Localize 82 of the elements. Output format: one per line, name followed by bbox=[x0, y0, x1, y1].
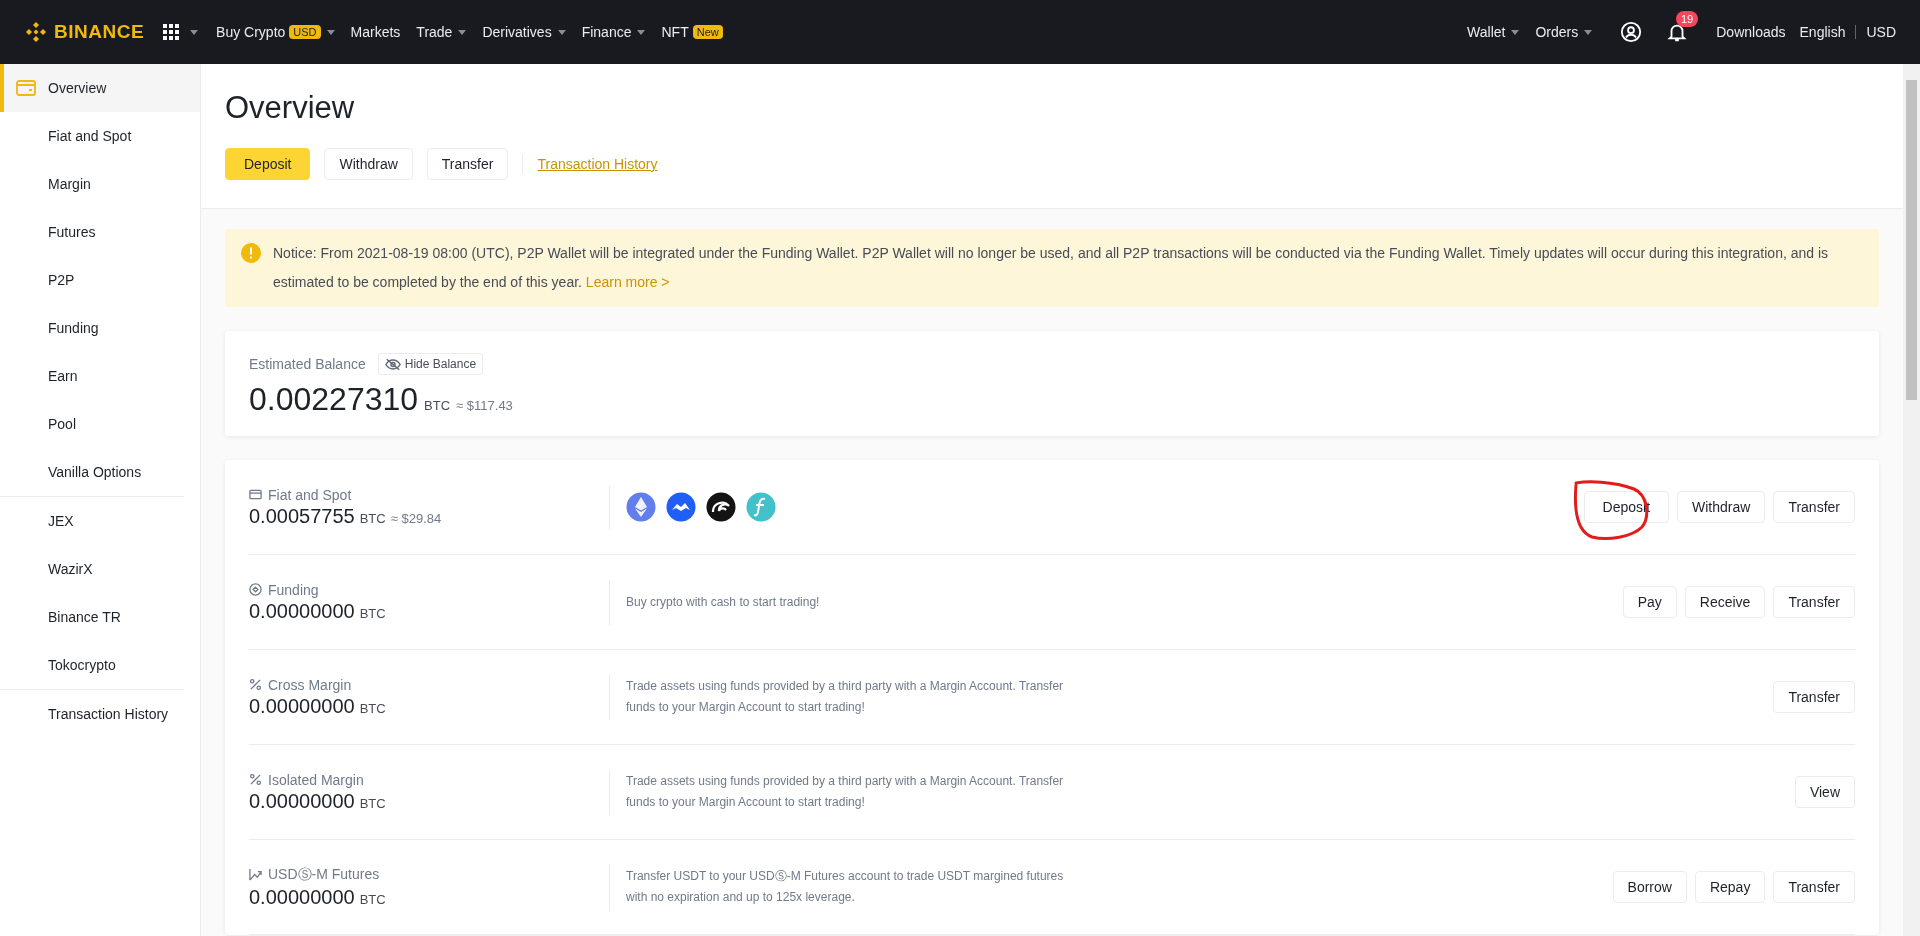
trend-arrow-icon bbox=[249, 868, 262, 881]
sidebar-item[interactable]: P2P bbox=[0, 256, 184, 304]
wallet-action-button[interactable]: Pay bbox=[1622, 586, 1677, 618]
wallet-name: Funding bbox=[268, 581, 319, 598]
wallet-name: Isolated Margin bbox=[268, 771, 364, 788]
sidebar-item[interactable]: Transaction History bbox=[0, 690, 184, 738]
sidebar-item[interactable]: Vanilla Options bbox=[0, 448, 184, 496]
wallet-name: Cross Margin bbox=[268, 676, 352, 693]
sidebar-item[interactable]: Futures bbox=[0, 208, 184, 256]
wallet-amount: 0.00000000 bbox=[249, 599, 355, 623]
wallet-action-button[interactable]: Transfer bbox=[1773, 681, 1855, 713]
wallet-unit: BTC bbox=[359, 605, 386, 621]
nav-menu-item[interactable]: Buy Crypto USD bbox=[216, 24, 335, 40]
sidebar-item[interactable]: Binance TR bbox=[0, 593, 184, 641]
notice-text: Notice: From 2021-08-19 08:00 (UTC), P2P Wallet will be integrated under the Funding Wallet. P2P Wallet will no longer be used, and all P2P transactions will be conducted via the Funding Wallet. Timely updates will occur during this integration, and is estimated to be completed by the end of this year. Learn more > bbox=[273, 244, 1830, 292]
warning-icon bbox=[241, 243, 261, 263]
card-icon bbox=[249, 488, 262, 501]
language-selector[interactable]: English bbox=[1799, 24, 1846, 40]
diamond-logo-icon bbox=[24, 20, 48, 44]
user-profile-icon[interactable] bbox=[1620, 21, 1643, 43]
wallet-description: Buy crypto with cash to start trading! bbox=[626, 593, 821, 611]
sidebar-item[interactable]: Margin bbox=[0, 160, 184, 208]
sidebar-item[interactable]: Fiat and Spot bbox=[0, 112, 184, 160]
wallet-unit: BTC bbox=[359, 891, 386, 907]
eye-slash-icon bbox=[384, 357, 401, 371]
wallet-usd-value: ≈ $29.84 bbox=[390, 510, 442, 526]
balance-amount: 0.00227310 bbox=[249, 381, 419, 418]
hide-balance-button[interactable]: Hide Balance bbox=[377, 353, 484, 375]
nav-menu-item[interactable]: Orders bbox=[1535, 24, 1593, 40]
wallet-amount: 0.00057755 bbox=[249, 504, 355, 528]
target-icon bbox=[249, 583, 262, 596]
wallet-unit: BTC bbox=[359, 510, 386, 526]
nav-menu-item[interactable]: NFT New bbox=[661, 24, 723, 40]
nav-menu-item[interactable]: Markets bbox=[350, 24, 401, 40]
sidebar-item[interactable]: Pool bbox=[0, 400, 184, 448]
caret-icon bbox=[190, 29, 199, 35]
wallet-action-button[interactable]: Receive bbox=[1684, 586, 1766, 618]
wallet-description: Transfer USDT to your USDⓈ-M Futures account to trade USDT margined futures with no expiration and up to 125x leverage. bbox=[626, 868, 1065, 906]
wallet-amount: 0.00000000 bbox=[249, 789, 355, 813]
balance-usd-value: ≈ $117.43 bbox=[456, 398, 513, 413]
wallet-unit: BTC bbox=[359, 700, 386, 716]
action-button[interactable]: Withdraw bbox=[324, 148, 413, 180]
nav-menu-item[interactable]: Finance bbox=[581, 24, 646, 40]
nav-badge: New bbox=[692, 25, 723, 39]
wallet-action-button[interactable]: Withdraw bbox=[1677, 491, 1766, 523]
percent-icon bbox=[249, 678, 262, 691]
page-title: Overview bbox=[225, 90, 356, 126]
wallet-amount: 0.00000000 bbox=[249, 694, 355, 718]
balance-label: Estimated Balance bbox=[249, 356, 366, 372]
balance-unit: BTC bbox=[424, 398, 451, 413]
sidebar-item[interactable]: Overview bbox=[0, 64, 200, 112]
wallet-action-button[interactable]: Transfer bbox=[1773, 871, 1855, 903]
app-grid-icon[interactable] bbox=[162, 23, 181, 41]
wallet-action-button[interactable]: View bbox=[1794, 776, 1855, 808]
nav-menu-item[interactable]: Derivatives bbox=[482, 24, 566, 40]
wallet-action-button[interactable]: Transfer bbox=[1773, 491, 1855, 523]
wallet-action-button[interactable]: Repay bbox=[1694, 871, 1766, 903]
nav-menu-item[interactable]: Wallet bbox=[1467, 24, 1520, 40]
sidebar-item[interactable]: Funding bbox=[0, 304, 184, 352]
wallet-amount: 0.00000000 bbox=[249, 885, 355, 909]
sidebar-item[interactable]: Earn bbox=[0, 352, 184, 400]
wallet-action-button[interactable]: Transfer bbox=[1773, 586, 1855, 618]
notification-count-badge: 19 bbox=[1676, 11, 1699, 27]
downloads-link[interactable]: Downloads bbox=[1716, 24, 1786, 40]
wallet-name: Fiat and Spot bbox=[268, 486, 352, 503]
action-button[interactable]: Transfer bbox=[426, 148, 509, 180]
sidebar-item[interactable]: WazirX bbox=[0, 545, 184, 593]
wallet-description: Trade assets using funds provided by a third party with a Margin Account. Transfer funds to your Margin Account to start trading! bbox=[626, 678, 1065, 716]
nav-menu-item[interactable]: Trade bbox=[416, 24, 467, 40]
currency-selector[interactable]: USD bbox=[1866, 24, 1896, 40]
wallet-action-button[interactable]: Borrow bbox=[1612, 871, 1687, 903]
deposit-button[interactable]: Deposit bbox=[225, 148, 311, 180]
sidebar-item[interactable]: JEX bbox=[0, 497, 184, 545]
sidebar-item[interactable]: Tokocrypto bbox=[0, 641, 184, 689]
nav-badge: USD bbox=[289, 25, 321, 39]
wallet-description: Trade assets using funds provided by a third party with a Margin Account. Transfer funds to your Margin Account to start trading! bbox=[626, 773, 1065, 811]
logo[interactable]: BINANCE bbox=[24, 20, 145, 44]
wallet-name: USDⓈ-M Futures bbox=[268, 865, 380, 884]
wallet-unit: BTC bbox=[359, 795, 386, 811]
scrollbar[interactable] bbox=[1903, 64, 1920, 936]
percent-icon bbox=[249, 773, 262, 786]
wallet-icon bbox=[16, 80, 36, 96]
